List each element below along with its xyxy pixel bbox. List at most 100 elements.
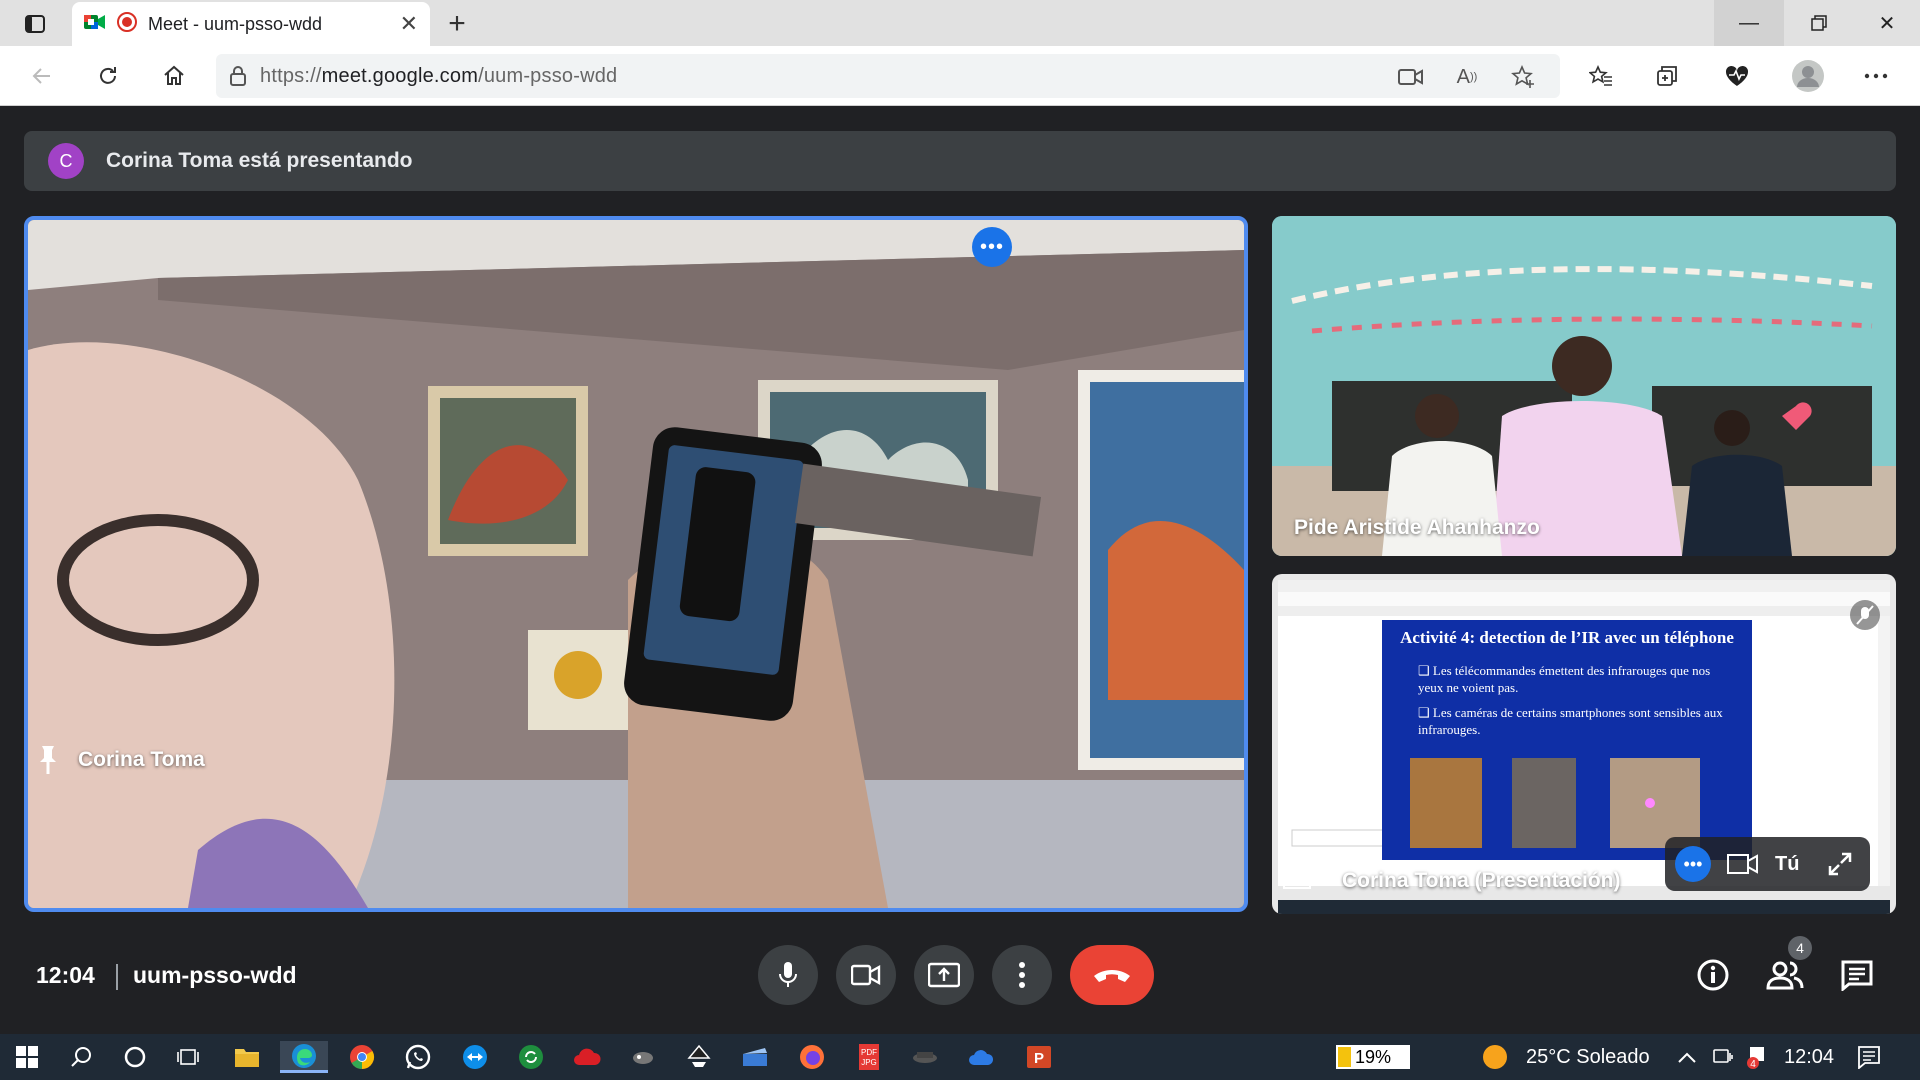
slide-photos xyxy=(1410,758,1700,848)
presenting-text: Corina Toma está presentando xyxy=(106,149,413,172)
more-options-button[interactable] xyxy=(992,945,1052,1005)
task-view-icon[interactable] xyxy=(172,1041,206,1073)
sun-weather-icon[interactable] xyxy=(1478,1041,1512,1073)
self-view-camera-icon[interactable] xyxy=(1727,852,1759,876)
meeting-code: uum-psso-wdd xyxy=(133,962,297,988)
svg-text:JPG: JPG xyxy=(861,1058,877,1067)
settings-more-icon[interactable] xyxy=(1858,58,1894,94)
participant-tile-aristide[interactable]: Pide Aristide Ahanhanzo xyxy=(1272,216,1896,556)
pdf-to-jpg-icon[interactable]: PDF JPG xyxy=(852,1041,886,1073)
google-meet-icon xyxy=(84,12,106,37)
presentation-screen-icon xyxy=(1283,865,1311,889)
favorites-icon[interactable] xyxy=(1583,58,1619,94)
main-tile-more-options-icon[interactable]: ••• xyxy=(972,227,1012,267)
file-explorer-icon[interactable] xyxy=(230,1041,264,1073)
muted-mic-icon xyxy=(1850,600,1880,630)
back-arrow-icon[interactable] xyxy=(24,58,60,94)
address-bar[interactable]: https://meet.google.com/uum-psso-wdd A)) xyxy=(216,54,1560,98)
clapper-app-icon[interactable] xyxy=(738,1041,772,1073)
window-close-button[interactable]: ✕ xyxy=(1852,0,1920,46)
svg-text:P: P xyxy=(1034,1050,1044,1067)
self-view-label: Tú xyxy=(1775,852,1800,875)
info-icon xyxy=(1697,959,1729,991)
battery-indicator[interactable]: 19% xyxy=(1336,1045,1410,1069)
teamviewer-icon[interactable] xyxy=(458,1041,492,1073)
window-minimize-button[interactable]: — xyxy=(1714,0,1784,46)
cortana-icon[interactable] xyxy=(118,1041,152,1073)
url-path: /uum-psso-wdd xyxy=(478,64,618,87)
pin-icon[interactable] xyxy=(34,744,62,776)
hang-up-icon xyxy=(1094,970,1130,982)
whatsapp-icon[interactable] xyxy=(401,1041,435,1073)
new-tab-button[interactable]: + xyxy=(440,7,474,40)
chrome-icon[interactable] xyxy=(345,1041,379,1073)
sync-app-icon[interactable] xyxy=(514,1041,548,1073)
presentation-tile-name: Corina Toma (Presentación) xyxy=(1342,869,1621,892)
presentation-tile[interactable]: Activité 4: detection de l’IR avec un té… xyxy=(1272,574,1896,914)
window-restore-button[interactable] xyxy=(1784,0,1854,46)
tab-actions-icon[interactable] xyxy=(14,9,56,39)
participant-tile-name: Pide Aristide Ahanhanzo xyxy=(1294,516,1540,539)
meeting-details-button[interactable] xyxy=(1690,952,1736,998)
home-icon[interactable] xyxy=(156,58,192,94)
camera-icon xyxy=(851,964,881,986)
slide-content: Activité 4: detection de l’IR avec un té… xyxy=(1382,620,1752,860)
weather-app-icon[interactable] xyxy=(964,1041,998,1073)
lock-icon[interactable] xyxy=(216,66,260,86)
presenting-banner: C Corina Toma está presentando xyxy=(24,131,1896,191)
slide-bullet-1-text: Les télécommandes émettent des infraroug… xyxy=(1418,663,1711,695)
taskbar-clock[interactable]: 12:04 xyxy=(1784,1046,1834,1069)
edge-browser-icon[interactable] xyxy=(280,1041,328,1073)
browser-essentials-icon[interactable] xyxy=(1719,58,1755,94)
more-vert-icon xyxy=(1019,962,1025,988)
camera-button[interactable] xyxy=(836,945,896,1005)
camera-permission-icon[interactable] xyxy=(1394,60,1428,94)
slide-bullet-1: ❑ Les télécommandes émettent des infraro… xyxy=(1418,663,1711,695)
browser-tabstrip: Meet - uum-psso-wdd ✕ + — ✕ xyxy=(0,0,1920,46)
participant-count-badge: 4 xyxy=(1788,936,1812,960)
recording-icon xyxy=(116,11,138,38)
slide-bullet-2: ❑ Les caméras de certains smartphones so… xyxy=(1418,705,1723,737)
leave-call-button[interactable] xyxy=(1070,945,1154,1005)
main-video-tile[interactable]: ••• Corina Toma xyxy=(24,216,1248,912)
collections-icon[interactable] xyxy=(1649,58,1685,94)
self-view-controls: ••• Tú xyxy=(1665,837,1870,891)
add-favorite-icon[interactable] xyxy=(1506,60,1540,94)
weather-text[interactable]: 25°C Soleado xyxy=(1526,1046,1650,1069)
powerpoint-icon[interactable]: P xyxy=(1022,1041,1056,1073)
firefox-icon[interactable] xyxy=(795,1041,829,1073)
windows-taskbar: PDF JPG P 19% 25°C Soleado 4 12:04 xyxy=(0,1034,1920,1080)
mouse-app-icon[interactable] xyxy=(626,1041,660,1073)
browser-tab-meet[interactable]: Meet - uum-psso-wdd ✕ xyxy=(72,2,430,46)
tab-close-icon[interactable]: ✕ xyxy=(400,11,418,37)
svg-text:PDF: PDF xyxy=(861,1048,877,1057)
main-tile-participant-name: Corina Toma xyxy=(78,748,205,771)
chat-button[interactable] xyxy=(1834,952,1880,998)
notification-center-icon[interactable] xyxy=(1852,1041,1886,1073)
participant-video-image xyxy=(1272,216,1896,556)
read-aloud-icon[interactable]: A)) xyxy=(1450,60,1484,94)
slide-title: Activité 4: detection de l’IR avec un té… xyxy=(1400,628,1734,647)
profile-avatar-icon[interactable] xyxy=(1790,58,1826,94)
search-icon[interactable] xyxy=(64,1041,98,1073)
present-screen-icon xyxy=(928,962,960,988)
self-view-more-options-icon[interactable]: ••• xyxy=(1675,846,1711,882)
url-host: meet.google.com xyxy=(321,64,479,87)
windows-start-icon[interactable] xyxy=(10,1041,44,1073)
inkscape-icon[interactable] xyxy=(682,1041,716,1073)
battery-percent: 19% xyxy=(1354,1047,1392,1067)
slide-bullet-2-text: Les caméras de certains smartphones sont… xyxy=(1418,705,1723,737)
present-screen-button[interactable] xyxy=(914,945,974,1005)
cap-app-icon[interactable] xyxy=(908,1041,942,1073)
app-notification-icon[interactable]: 4 xyxy=(1740,1041,1774,1073)
network-icon[interactable] xyxy=(1706,1041,1740,1073)
microphone-button[interactable] xyxy=(758,945,818,1005)
browser-toolbar: https://meet.google.com/uum-psso-wdd A)) xyxy=(0,46,1920,106)
show-hidden-icons[interactable] xyxy=(1670,1041,1704,1073)
reload-icon[interactable] xyxy=(90,58,126,94)
expand-icon[interactable] xyxy=(1827,851,1853,877)
main-video-image xyxy=(28,220,1244,908)
url-text: https://meet.google.com/uum-psso-wdd xyxy=(260,65,617,88)
creative-cloud-icon[interactable] xyxy=(570,1041,604,1073)
tab-title: Meet - uum-psso-wdd xyxy=(148,13,323,34)
